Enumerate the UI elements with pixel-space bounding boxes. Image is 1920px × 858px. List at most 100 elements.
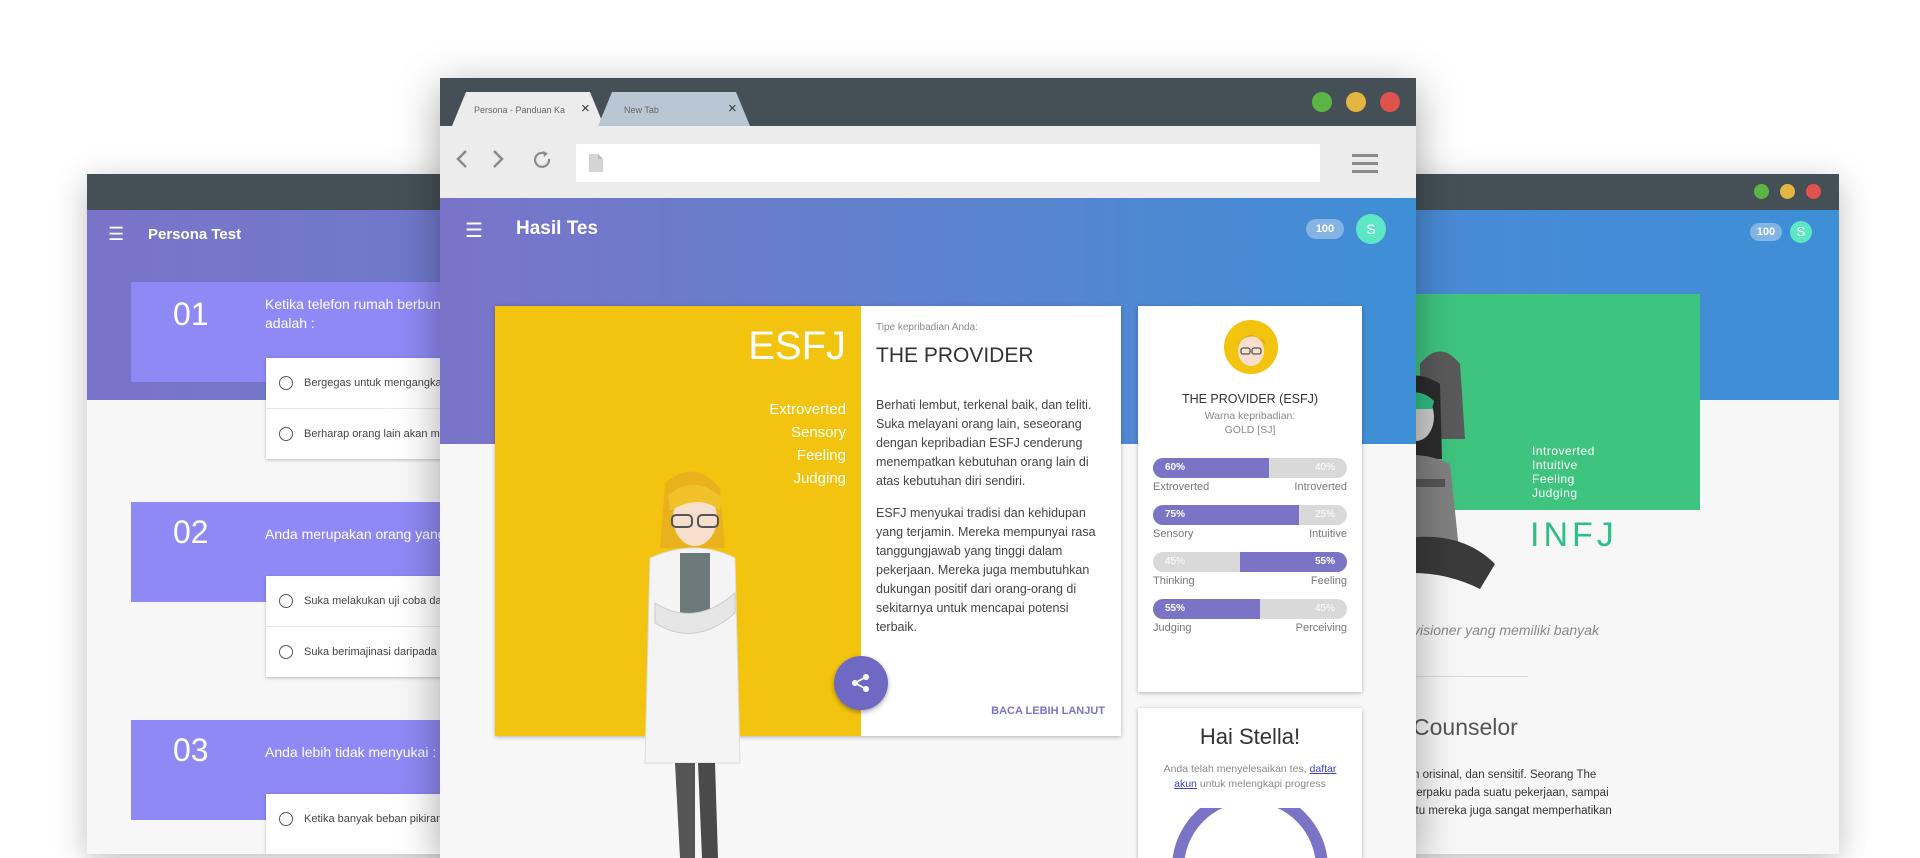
radio-button[interactable] (279, 594, 293, 608)
score-badge: 100 (1750, 223, 1782, 241)
tab-title: Persona - Panduan Ka (474, 105, 566, 115)
share-icon (852, 674, 869, 692)
window-maximize-button[interactable] (1754, 184, 1769, 199)
dimension-bar: 45% 55% (1153, 552, 1347, 572)
divider (1410, 676, 1528, 677)
trait-item: Introverted (1532, 444, 1595, 458)
window-minimize-button[interactable] (1346, 92, 1366, 112)
window-maximize-button[interactable] (1312, 92, 1332, 112)
address-bar[interactable] (576, 144, 1320, 182)
trait-item: Judging (1532, 486, 1578, 500)
question-1-text-line2: adalah : (265, 315, 315, 331)
menu-icon[interactable]: ☰ (465, 218, 483, 243)
forward-icon[interactable] (490, 148, 506, 175)
profile-title: THE PROVIDER (ESFJ) (1181, 392, 1319, 406)
dimension-bar: 55% 45% (1153, 599, 1347, 619)
page-title: Hasil Tes (516, 218, 599, 239)
dimension-right-label: Intuitive (1309, 528, 1347, 540)
dimension-right-label: Perceiving (1295, 622, 1347, 634)
read-more-link[interactable]: BACA LEBIH LANJUT (991, 705, 1105, 717)
progress-ring (1172, 808, 1328, 858)
trait-item: Extroverted (769, 401, 846, 418)
type-body-line: n orisinal, dan sensitif. Seorang The (1413, 769, 1597, 781)
result-paragraph-1: Berhati lembut, terkenal baik, dan telit… (876, 398, 1092, 488)
dimension-left-percent: 60% (1165, 462, 1186, 473)
profile-card: THE PROVIDER (ESFJ) Warna kepribadian: G… (1138, 306, 1362, 692)
profile-avatar (1224, 320, 1278, 374)
question-3-text: Anda lebih tidak menyukai : (265, 744, 437, 760)
menu-icon[interactable]: ☰ (108, 224, 124, 245)
page-icon (589, 154, 603, 172)
dimension-left-label: Thinking (1153, 575, 1195, 587)
result-card: ESFJ Extroverted Sensory Feeling Judging… (495, 306, 1121, 736)
greeting-title: Hai Stella! (1199, 724, 1301, 749)
dimension-left-label: Extroverted (1153, 481, 1210, 493)
greeting-text-before: Anda telah menyelesaikan tes, (1163, 763, 1307, 775)
browser-menu-icon[interactable] (1352, 152, 1378, 179)
avatar[interactable]: S (1356, 214, 1386, 244)
type-body-line: itu mereka juga sangat memperhatikan (1413, 805, 1612, 817)
dimension-right-percent: 55% (1314, 556, 1335, 567)
result-caption: Tipe kepribadian Anda: (876, 322, 978, 333)
reload-icon[interactable] (532, 150, 554, 175)
question-3-number: 03 (173, 732, 209, 768)
share-button[interactable] (834, 656, 888, 710)
trait-item: Intuitive (1532, 458, 1578, 472)
radio-button[interactable] (279, 645, 293, 659)
greeting-text-after: untuk melengkapi progress (1199, 778, 1326, 790)
window-close-button[interactable] (1380, 92, 1400, 112)
window-minimize-button[interactable] (1780, 184, 1795, 199)
dimension-right-label: Introverted (1294, 481, 1347, 493)
greeting-card: Hai Stella! Anda telah menyelesaikan tes… (1138, 708, 1362, 858)
dimension-left-label: Sensory (1153, 528, 1194, 540)
close-tab-icon[interactable]: × (581, 100, 590, 117)
dimension-right-label: Feeling (1310, 575, 1347, 587)
dimension-bar: 75% 25% (1153, 505, 1347, 525)
dimension-left-percent: 55% (1165, 603, 1186, 614)
profile-color-value: GOLD [SJ] (1224, 424, 1276, 436)
avatar[interactable]: S (1790, 221, 1812, 243)
result-paragraph-2: ESFJ menyukai tradisi dan kehidupan yang… (876, 506, 1096, 634)
trait-item: Judging (793, 470, 846, 487)
left-app-title: Persona Test (148, 226, 242, 243)
question-2-number: 02 (173, 514, 209, 550)
right-window-titlebar (1380, 174, 1839, 210)
tab-inactive[interactable]: New Tab × (598, 92, 750, 126)
close-tab-icon[interactable]: × (728, 100, 737, 117)
dimension-left-percent: 75% (1165, 509, 1186, 520)
profile-color-caption: Warna kepribadian: (1204, 410, 1296, 422)
question-1-text: Ketika telefon rumah berbunyi (265, 296, 451, 312)
trait-item: Feeling (796, 447, 846, 464)
type-subtitle: Counselor (1413, 714, 1518, 740)
personality-dimensions: 60% 40% Extroverted Introverted 75% 25% Sensor… (1153, 458, 1347, 678)
right-background-window: 100 S Introverted Intuitive Feeling Judg… (1380, 174, 1839, 854)
result-trait-list: Extroverted Sensory Feeling Judging (769, 398, 846, 490)
main-browser-window: Persona - Panduan Ka × New Tab × ☰ Hasil… (440, 78, 1416, 858)
dimension-left-percent: 45% (1165, 556, 1186, 567)
result-type-code: ESFJ (748, 324, 846, 368)
tab-title: New Tab (624, 105, 659, 115)
dimension-right-percent: 45% (1314, 603, 1335, 614)
provider-illustration (644, 471, 741, 858)
window-close-button[interactable] (1806, 184, 1821, 199)
trait-item: Feeling (1532, 472, 1575, 486)
question-2-text: Anda merupakan orang yang (265, 526, 446, 542)
greeting-text: Anda telah menyelesaikan tes, daftar aku… (1152, 762, 1348, 792)
trait-list: Introverted Intuitive Feeling Judging (1532, 444, 1595, 500)
dimension-right-percent: 25% (1314, 509, 1335, 520)
type-body-line: terpaku pada suatu pekerjaan, sampai (1413, 787, 1609, 799)
dimension-bar: 60% 40% (1153, 458, 1347, 478)
type-description-italic: visioner yang memiliki banyak (1413, 622, 1599, 638)
dimension-right-percent: 40% (1314, 462, 1335, 473)
score-badge: 100 (1306, 219, 1344, 239)
tab-active[interactable]: Persona - Panduan Ka × (452, 92, 604, 126)
question-1-number: 01 (173, 296, 209, 332)
radio-button[interactable] (279, 812, 293, 826)
trait-item: Sensory (790, 424, 846, 441)
type-code: INFJ (1530, 516, 1618, 554)
radio-button[interactable] (279, 427, 293, 441)
radio-button[interactable] (279, 376, 293, 390)
back-icon[interactable] (454, 148, 470, 175)
result-type-name: THE PROVIDER (876, 344, 1034, 367)
dimension-left-label: Judging (1153, 622, 1192, 634)
